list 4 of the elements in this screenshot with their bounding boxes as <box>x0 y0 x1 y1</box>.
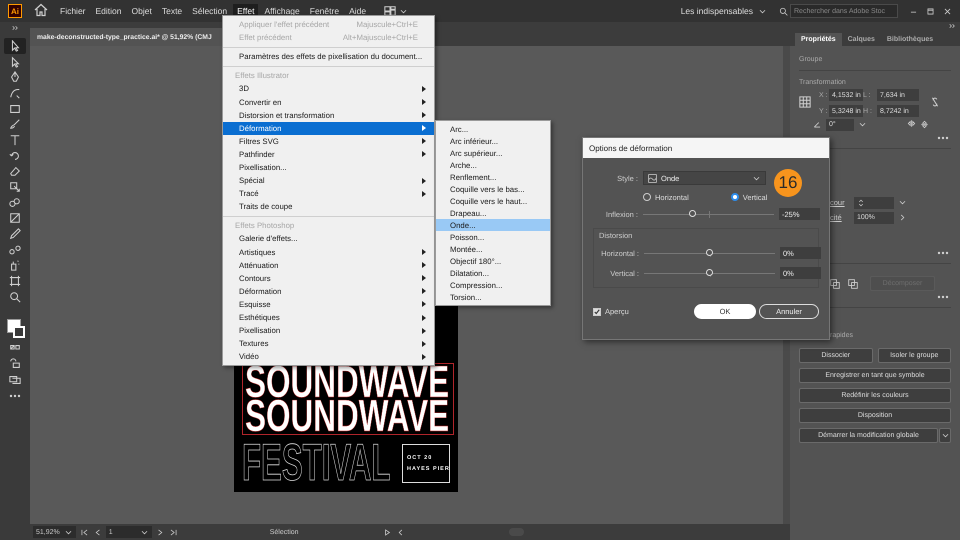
poster-title: FESTIVAL <box>242 442 390 484</box>
poster-headline: SOUNDWAVE <box>245 365 450 399</box>
poster-headline: SOUNDWAVE <box>245 399 450 433</box>
dialog-title: Options de déformation <box>589 144 672 152</box>
